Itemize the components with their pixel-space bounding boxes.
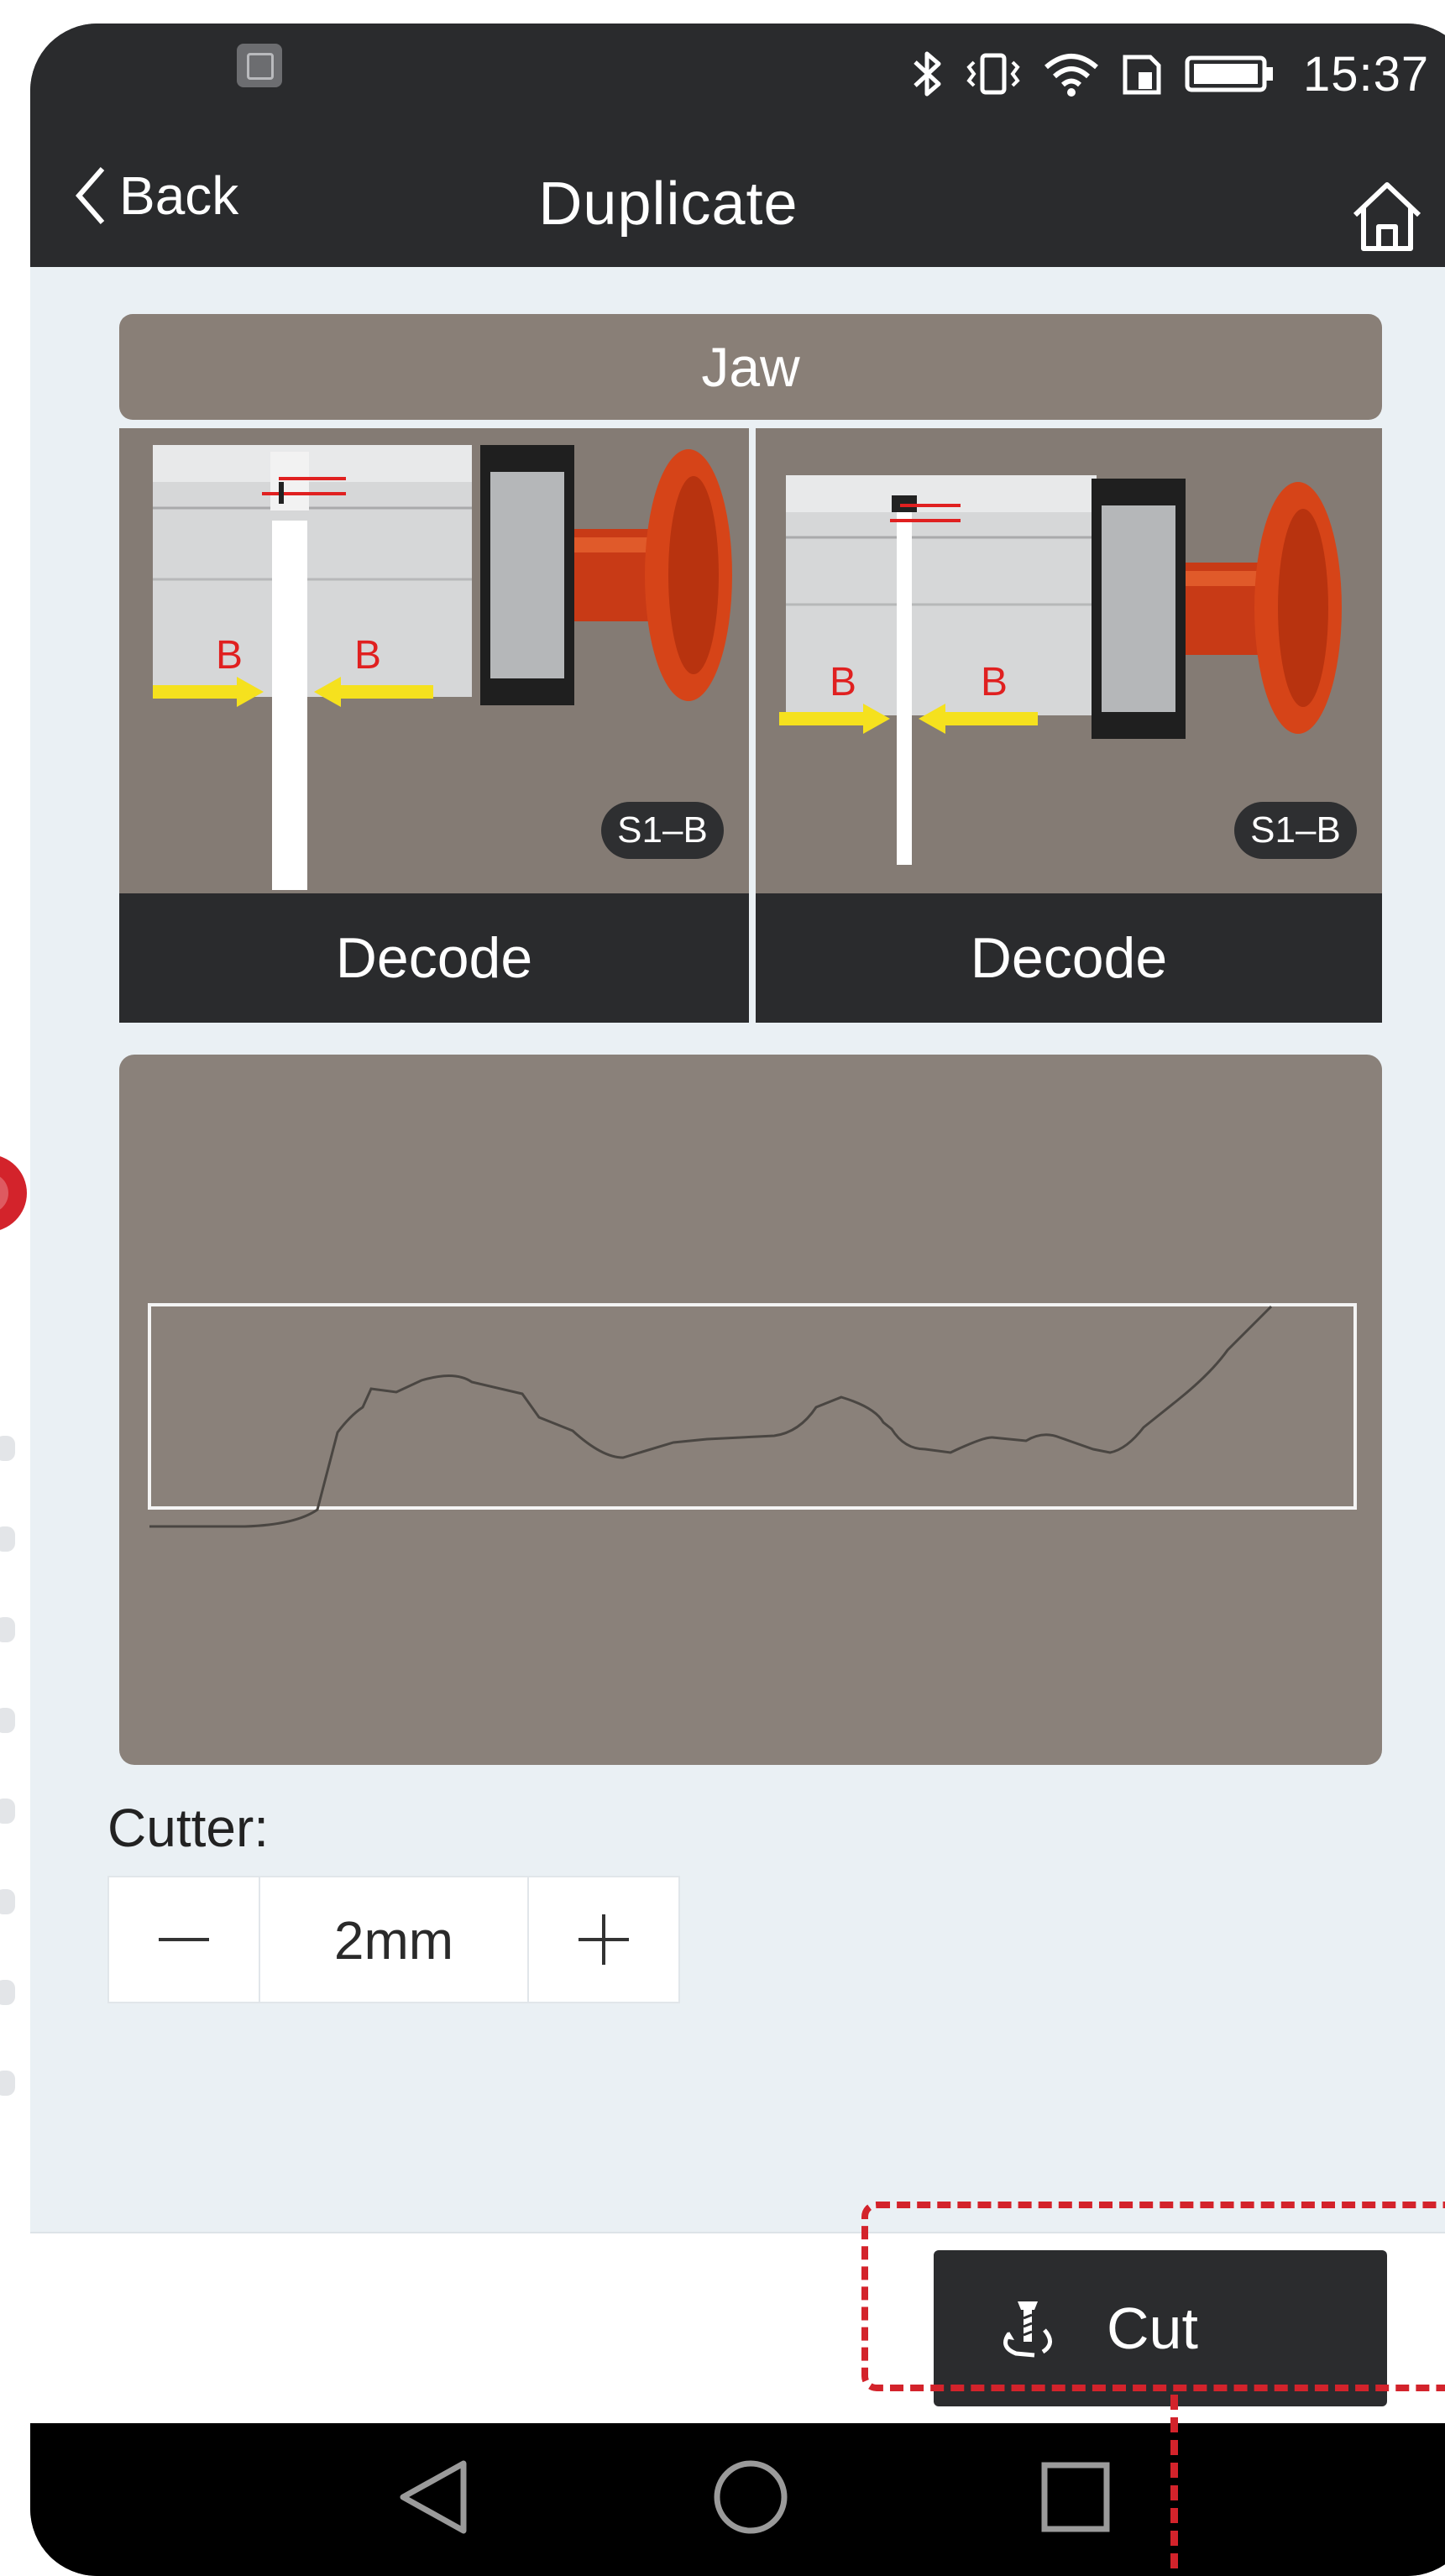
status-icons: 15:37 [912,46,1430,102]
jaw-header: Jaw [119,314,1382,420]
home-button[interactable] [1348,178,1426,259]
wifi-icon [1043,50,1100,97]
app-header: Back Duplicate [30,134,1445,267]
bluetooth-icon [912,49,944,99]
phone-screen: 15:37 Back Duplicate Jaw B B S1–B Decode… [30,24,1445,2576]
cutter-decrement-button[interactable] [107,1876,260,2003]
key-profile-graph [119,1055,1382,1765]
back-triangle-icon [400,2460,467,2534]
home-icon [1353,182,1421,251]
recents-square-icon [1041,2462,1110,2532]
page-title: Duplicate [538,170,798,238]
system-back-button[interactable] [396,2457,472,2542]
svg-text:B: B [354,633,381,678]
margin-dot [0,2071,15,2096]
jaw-code-badge: S1–B [601,802,724,859]
cutter-size-value: 2mm [260,1876,527,2003]
jaw-code-badge: S1–B [1234,802,1357,859]
svg-text:B: B [830,660,856,704]
decode-button-2[interactable]: Decode [756,893,1382,1023]
status-bar: 15:37 [30,24,1445,134]
jaw-option-2[interactable]: B B S1–B Decode [756,428,1382,1023]
system-home-button[interactable] [710,2457,791,2542]
status-time: 15:37 [1303,46,1430,102]
sim-icon [1120,50,1164,97]
key-profile-chart [148,1303,1357,1528]
main-content: Jaw B B S1–B Decode B B S1–B Decode Cutt… [30,267,1445,2232]
cut-button[interactable]: Cut [934,2250,1387,2406]
svg-text:B: B [216,633,243,678]
margin-dot [0,1708,15,1733]
decode-button-1[interactable]: Decode [119,893,749,1023]
cutter-label: Cutter: [107,1798,270,1858]
home-circle-icon [714,2460,788,2534]
svg-text:B: B [981,660,1008,704]
margin-dot [0,1436,15,1461]
profile-boundary-box [148,1303,1357,1510]
key-profile-line [149,1305,1273,1528]
margin-dot [0,1889,15,1914]
system-recents-button[interactable] [1038,2457,1113,2542]
margin-dot [0,1526,15,1552]
system-navigation-bar [30,2423,1445,2576]
margin-dot [0,1980,15,2005]
margin-dot [0,1617,15,1642]
margin-dot [0,1798,15,1824]
bottom-action-bar: Cut [30,2232,1445,2423]
minus-icon [159,1938,209,1941]
cutter-drill-icon [1003,2301,1052,2358]
cutter-size-stepper: 2mm [107,1876,680,2003]
jaw-option-1[interactable]: B B S1–B Decode [119,428,749,1023]
battery-icon [1184,53,1275,95]
vibrate-icon [964,50,1023,97]
cutter-increment-button[interactable] [527,1876,680,2003]
plus-icon [579,1914,629,1965]
cut-button-label: Cut [1107,2296,1198,2361]
gallery-icon [237,44,282,87]
annotation-marker [0,1154,27,1232]
